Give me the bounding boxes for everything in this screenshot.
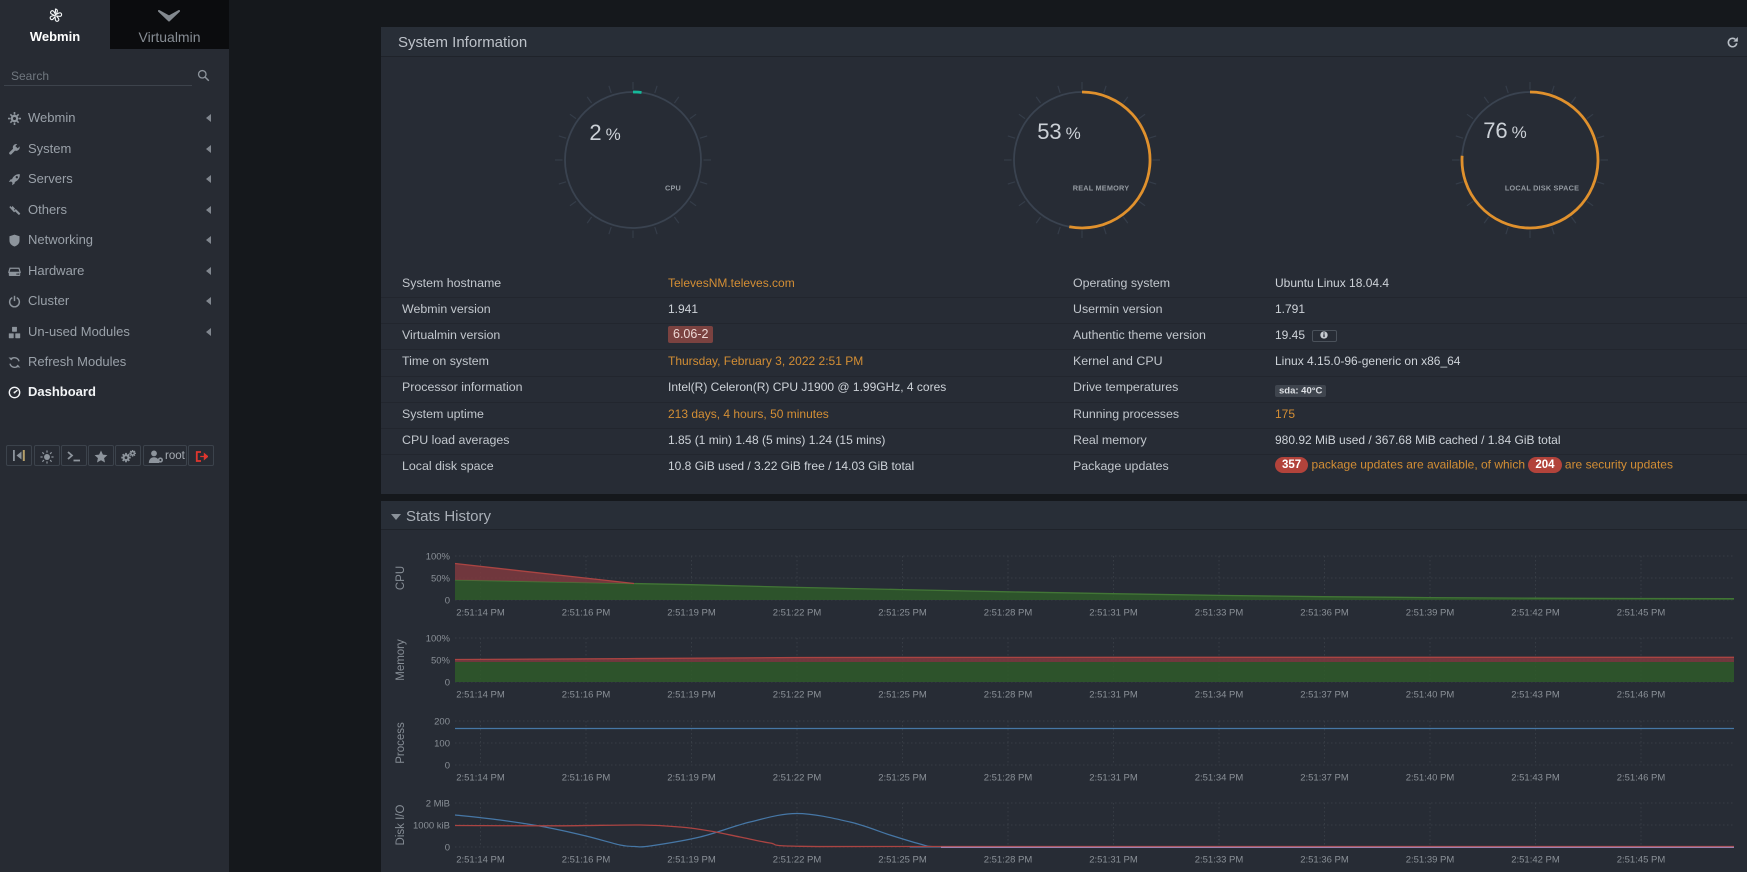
- svg-text:2:51:25 PM: 2:51:25 PM: [878, 608, 927, 619]
- svg-text:Process: Process: [395, 722, 407, 764]
- svg-text:0: 0: [445, 761, 450, 772]
- svg-text:2:51:22 PM: 2:51:22 PM: [773, 855, 822, 866]
- svg-text:2:51:28 PM: 2:51:28 PM: [984, 608, 1033, 619]
- svg-text:2:51:19 PM: 2:51:19 PM: [667, 773, 716, 784]
- svg-text:2 MiB: 2 MiB: [426, 799, 450, 810]
- svg-text:2:51:22 PM: 2:51:22 PM: [773, 773, 822, 784]
- svg-text:CPU: CPU: [395, 566, 407, 590]
- svg-text:2:51:40 PM: 2:51:40 PM: [1406, 690, 1455, 701]
- svg-text:2:51:14 PM: 2:51:14 PM: [456, 773, 505, 784]
- svg-text:0: 0: [445, 678, 450, 689]
- svg-text:2:51:28 PM: 2:51:28 PM: [984, 855, 1033, 866]
- svg-text:100: 100: [434, 739, 450, 750]
- svg-text:2:51:19 PM: 2:51:19 PM: [667, 690, 716, 701]
- svg-text:2:51:22 PM: 2:51:22 PM: [773, 608, 822, 619]
- svg-text:2:51:14 PM: 2:51:14 PM: [456, 855, 505, 866]
- svg-text:2:51:14 PM: 2:51:14 PM: [456, 690, 505, 701]
- svg-text:50%: 50%: [431, 574, 451, 585]
- svg-text:2:51:31 PM: 2:51:31 PM: [1089, 855, 1138, 866]
- svg-text:2:51:45 PM: 2:51:45 PM: [1617, 855, 1666, 866]
- svg-text:2:51:36 PM: 2:51:36 PM: [1300, 855, 1349, 866]
- svg-text:2:51:22 PM: 2:51:22 PM: [773, 690, 822, 701]
- svg-text:2:51:33 PM: 2:51:33 PM: [1195, 855, 1244, 866]
- svg-text:2:51:16 PM: 2:51:16 PM: [562, 855, 611, 866]
- svg-text:2:51:25 PM: 2:51:25 PM: [878, 855, 927, 866]
- svg-text:2:51:34 PM: 2:51:34 PM: [1195, 773, 1244, 784]
- svg-text:2:51:25 PM: 2:51:25 PM: [878, 773, 927, 784]
- svg-text:0: 0: [445, 843, 450, 854]
- svg-text:2:51:42 PM: 2:51:42 PM: [1511, 608, 1560, 619]
- svg-text:2:51:14 PM: 2:51:14 PM: [456, 608, 505, 619]
- svg-text:50%: 50%: [431, 656, 451, 667]
- svg-text:1000 kiB: 1000 kiB: [413, 821, 450, 832]
- svg-text:2:51:16 PM: 2:51:16 PM: [562, 690, 611, 701]
- svg-text:2:51:16 PM: 2:51:16 PM: [562, 773, 611, 784]
- svg-text:2:51:31 PM: 2:51:31 PM: [1089, 690, 1138, 701]
- svg-text:2:51:46 PM: 2:51:46 PM: [1617, 690, 1666, 701]
- svg-text:2:51:43 PM: 2:51:43 PM: [1511, 773, 1560, 784]
- svg-text:2:51:16 PM: 2:51:16 PM: [562, 608, 611, 619]
- svg-text:2:51:36 PM: 2:51:36 PM: [1300, 608, 1349, 619]
- svg-text:2:51:25 PM: 2:51:25 PM: [878, 690, 927, 701]
- svg-text:2:51:19 PM: 2:51:19 PM: [667, 855, 716, 866]
- svg-text:2:51:28 PM: 2:51:28 PM: [984, 690, 1033, 701]
- svg-text:2:51:46 PM: 2:51:46 PM: [1617, 773, 1666, 784]
- svg-text:2:51:37 PM: 2:51:37 PM: [1300, 690, 1349, 701]
- svg-text:2:51:37 PM: 2:51:37 PM: [1300, 773, 1349, 784]
- svg-text:2:51:39 PM: 2:51:39 PM: [1406, 608, 1455, 619]
- svg-text:2:51:28 PM: 2:51:28 PM: [984, 773, 1033, 784]
- svg-text:2:51:42 PM: 2:51:42 PM: [1511, 855, 1560, 866]
- svg-text:100%: 100%: [426, 634, 451, 645]
- svg-text:Memory: Memory: [395, 639, 407, 681]
- svg-text:2:51:45 PM: 2:51:45 PM: [1617, 608, 1666, 619]
- svg-text:2:51:31 PM: 2:51:31 PM: [1089, 608, 1138, 619]
- svg-text:2:51:40 PM: 2:51:40 PM: [1406, 773, 1455, 784]
- svg-text:2:51:19 PM: 2:51:19 PM: [667, 608, 716, 619]
- svg-text:2:51:33 PM: 2:51:33 PM: [1195, 608, 1244, 619]
- svg-text:0: 0: [445, 596, 450, 607]
- svg-text:Disk I/O: Disk I/O: [395, 805, 407, 846]
- svg-text:100%: 100%: [426, 552, 451, 563]
- svg-text:2:51:31 PM: 2:51:31 PM: [1089, 773, 1138, 784]
- svg-text:2:51:34 PM: 2:51:34 PM: [1195, 690, 1244, 701]
- svg-text:2:51:43 PM: 2:51:43 PM: [1511, 690, 1560, 701]
- svg-text:2:51:39 PM: 2:51:39 PM: [1406, 855, 1455, 866]
- svg-text:200: 200: [434, 717, 450, 728]
